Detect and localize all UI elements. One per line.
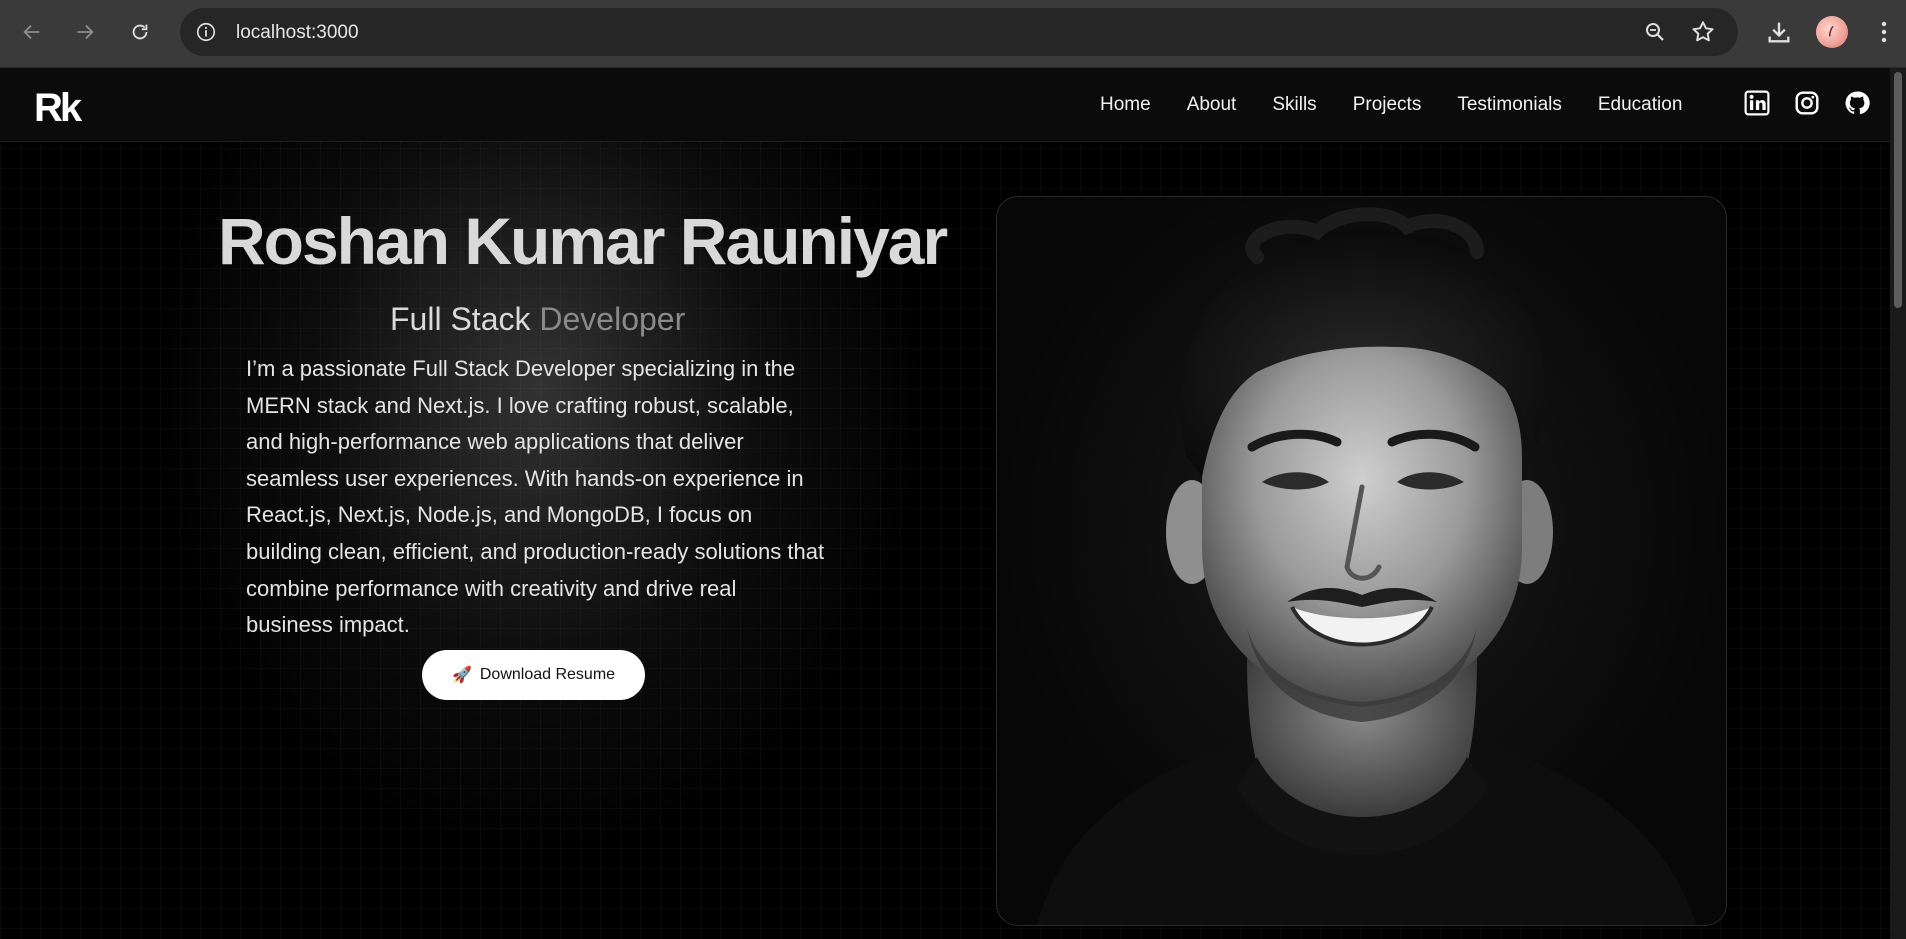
back-button[interactable] bbox=[14, 14, 50, 50]
hero-role: Full Stack Developer bbox=[390, 301, 685, 338]
forward-arrow-icon bbox=[77, 24, 94, 40]
address-bar[interactable]: localhost:3000 bbox=[180, 8, 1738, 56]
profile-photo-card bbox=[996, 196, 1727, 926]
rocket-icon: 🚀 bbox=[451, 667, 472, 684]
profile-avatar[interactable] bbox=[1816, 16, 1848, 48]
nav-link-projects[interactable]: Projects bbox=[1353, 94, 1422, 116]
download-icon[interactable] bbox=[1765, 18, 1793, 46]
nav-link-education[interactable]: Education bbox=[1598, 94, 1683, 116]
hero-name: Roshan Kumar Rauniyar bbox=[218, 204, 948, 278]
hero-role-secondary: Developer bbox=[539, 301, 686, 337]
profile-icon bbox=[1829, 26, 1834, 37]
scrollbar-thumb[interactable] bbox=[1894, 72, 1902, 308]
bookmark-star-icon[interactable] bbox=[1690, 19, 1716, 45]
site-logo[interactable]: Rk bbox=[34, 86, 82, 131]
download-resume-label: Download Resume bbox=[479, 666, 616, 683]
nav-link-skills[interactable]: Skills bbox=[1272, 94, 1316, 116]
profile-portrait bbox=[1037, 207, 1697, 925]
nav-link-home[interactable]: Home bbox=[1100, 94, 1151, 116]
more-menu-icon[interactable] bbox=[1872, 18, 1896, 46]
reload-icon bbox=[132, 24, 148, 40]
nav-link-testimonials[interactable]: Testimonials bbox=[1457, 94, 1562, 116]
site-info-icon[interactable] bbox=[194, 20, 218, 44]
instagram-icon[interactable] bbox=[1794, 90, 1820, 116]
hero-role-primary: Full Stack bbox=[390, 301, 531, 337]
social-links bbox=[1744, 90, 1870, 116]
nav-links: Home About Skills Projects Testimonials … bbox=[1100, 94, 1682, 116]
download-resume-button[interactable]: 🚀 Download Resume bbox=[422, 650, 645, 700]
hero-bio: I’m a passionate Full Stack Developer sp… bbox=[246, 356, 825, 638]
site-navbar: Rk Home About Skills Projects Testimonia… bbox=[0, 68, 1890, 142]
zoom-icon[interactable] bbox=[1643, 20, 1667, 44]
reload-button[interactable] bbox=[122, 14, 158, 50]
page-scrollbar[interactable] bbox=[1890, 68, 1906, 939]
nav-link-about[interactable]: About bbox=[1187, 94, 1237, 116]
browser-toolbar: localhost:3000 bbox=[0, 0, 1906, 68]
url-text[interactable]: localhost:3000 bbox=[236, 22, 359, 44]
github-icon[interactable] bbox=[1844, 90, 1870, 116]
forward-button[interactable] bbox=[67, 14, 103, 50]
page-content: Rk Home About Skills Projects Testimonia… bbox=[0, 68, 1906, 939]
linkedin-icon[interactable] bbox=[1744, 90, 1770, 116]
back-arrow-icon bbox=[23, 24, 40, 40]
